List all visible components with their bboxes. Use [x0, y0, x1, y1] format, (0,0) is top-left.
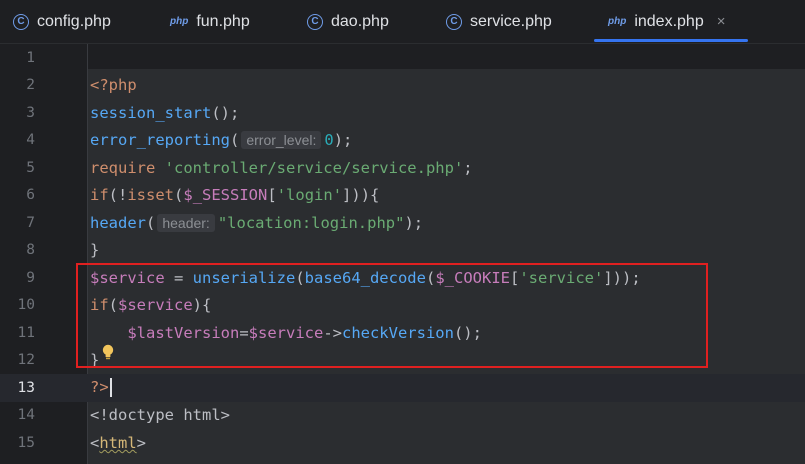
line-number: 12 — [17, 352, 35, 369]
line-number: 11 — [17, 324, 35, 341]
php-open-tag: <?php — [90, 76, 137, 95]
code-line: 15 <html> — [0, 429, 805, 457]
active-tab-indicator — [594, 39, 748, 42]
punctuation: ( — [174, 186, 184, 205]
code-text[interactable]: } — [90, 241, 99, 259]
punctuation: ( — [146, 213, 156, 232]
code-line: 1 — [0, 44, 805, 72]
keyword: isset — [127, 186, 175, 205]
punctuation: ])){ — [342, 186, 380, 205]
punctuation: (); — [211, 103, 240, 122]
parameter-hint: error_level: — [241, 131, 322, 150]
code-text[interactable]: <html> — [90, 434, 146, 452]
php-close-tag: ?> — [90, 378, 109, 397]
code-text[interactable]: session_start(); — [90, 104, 239, 122]
code-editor[interactable]: 1 2 <?php 3 session_start(); 4 error_rep… — [0, 44, 805, 464]
code-line: 3 session_start(); — [0, 99, 805, 127]
number-literal: 0 — [324, 131, 334, 150]
line-number: 3 — [26, 104, 35, 121]
tab-dao-php[interactable]: C dao.php — [307, 0, 389, 43]
tab-fun-php[interactable]: php fun.php — [170, 0, 250, 43]
close-icon[interactable]: × — [717, 13, 726, 30]
tab-label: config.php — [37, 12, 111, 30]
line-number: 7 — [26, 214, 35, 231]
line-number: 10 — [17, 297, 35, 314]
variable: $_SESSION — [183, 186, 268, 205]
tab-service-php[interactable]: C service.php — [446, 0, 552, 43]
code-text[interactable]: require 'controller/service/service.php'… — [90, 159, 473, 177]
function-name: header — [90, 213, 146, 232]
tab-label: service.php — [470, 12, 552, 30]
line-number: 1 — [26, 49, 35, 66]
line-number: 13 — [17, 379, 35, 396]
line-number: 5 — [26, 159, 35, 176]
punctuation: [ — [267, 186, 277, 205]
tab-label: index.php — [634, 12, 704, 30]
line-number: 9 — [26, 269, 35, 286]
line-number: 6 — [26, 187, 35, 204]
tab-label: dao.php — [331, 12, 389, 30]
keyword: if — [90, 186, 109, 205]
text-caret — [109, 378, 112, 398]
tab-label: fun.php — [196, 12, 250, 30]
punctuation: ( — [229, 131, 240, 150]
code-line: 7 header(header: "location:login.php"); — [0, 209, 805, 237]
code-line: 2 <?php — [0, 72, 805, 100]
line-number: 2 — [26, 77, 35, 94]
code-line: 6 if(!isset($_SESSION['login'])){ — [0, 182, 805, 210]
keyword: require — [90, 158, 156, 177]
line-number: 8 — [26, 242, 35, 259]
class-icon: C — [446, 13, 462, 30]
string-literal: 'controller/service/service.php' — [164, 158, 464, 177]
punctuation: ); — [404, 213, 424, 232]
editor-tab-bar: C config.php php fun.php C dao.php C ser… — [0, 0, 805, 44]
line-number: 14 — [17, 407, 35, 424]
code-line: 8 } — [0, 237, 805, 265]
code-line-current: 13 ?> — [0, 374, 805, 402]
code-text[interactable]: <!doctype html> — [90, 406, 230, 424]
line-number: 4 — [26, 132, 35, 149]
punctuation: < — [90, 433, 100, 452]
class-icon: C — [307, 13, 323, 30]
code-text[interactable]: error_reporting(error_level: 0); — [90, 131, 353, 150]
php-icon: php — [608, 16, 627, 27]
punctuation: (! — [108, 186, 128, 205]
php-icon: php — [170, 16, 189, 27]
punctuation: ; — [463, 158, 473, 177]
tab-config-php[interactable]: C config.php — [13, 0, 111, 43]
tab-index-php[interactable]: php index.php × — [608, 0, 725, 43]
code-line: 5 require 'controller/service/service.ph… — [0, 154, 805, 182]
code-text[interactable]: ?> — [90, 378, 112, 398]
code-line: 4 error_reporting(error_level: 0); — [0, 127, 805, 155]
string-literal: "location:login.php" — [217, 213, 405, 232]
function-name: error_reporting — [90, 131, 230, 150]
function-name: session_start — [90, 103, 212, 122]
class-icon: C — [13, 13, 29, 30]
parameter-hint: header: — [157, 213, 215, 232]
code-text[interactable]: if(!isset($_SESSION['login'])){ — [90, 186, 379, 204]
punctuation: ); — [333, 131, 353, 150]
code-text[interactable]: header(header: "location:login.php"); — [90, 213, 424, 232]
punctuation: > — [136, 433, 147, 452]
string-literal: 'login' — [276, 186, 343, 205]
code-line: 14 <!doctype html> — [0, 402, 805, 430]
annotation-highlight-box — [76, 263, 708, 368]
line-number: 15 — [17, 434, 35, 451]
code-text[interactable]: <?php — [90, 76, 137, 94]
html-tag: html — [99, 433, 137, 452]
